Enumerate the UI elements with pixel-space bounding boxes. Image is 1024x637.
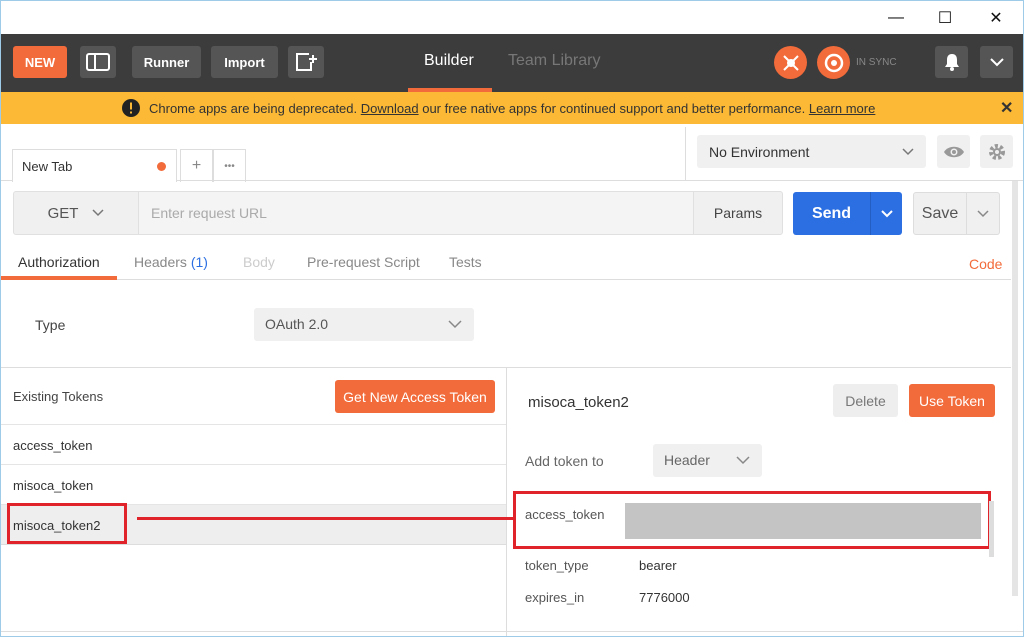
token-field-key: token_type xyxy=(525,558,589,573)
send-button[interactable]: Send xyxy=(793,192,870,235)
tab-options-button[interactable]: ••• xyxy=(213,149,246,182)
divider xyxy=(685,127,686,181)
add-token-to-label: Add token to xyxy=(525,453,604,469)
token-field-key: access_token xyxy=(525,507,605,522)
send-options-button[interactable] xyxy=(870,192,902,235)
token-field-value: bearer xyxy=(639,558,677,573)
manage-environments-button[interactable] xyxy=(980,135,1013,168)
sidebar-toggle-button[interactable] xyxy=(80,46,116,78)
new-window-icon xyxy=(296,53,317,71)
new-window-button[interactable] xyxy=(288,46,324,78)
satellite-icon xyxy=(782,54,799,71)
detail-scrollbar[interactable] xyxy=(989,501,994,557)
highlight-box xyxy=(7,503,127,544)
request-subtabs: Authorization Headers (1) Body Pre-reque… xyxy=(1,245,1011,280)
divider xyxy=(506,368,507,636)
token-field-key: expires_in xyxy=(525,590,585,605)
maximize-button[interactable]: ☐ xyxy=(922,1,968,34)
tab-pre-request-script[interactable]: Pre-request Script xyxy=(307,254,420,270)
eye-icon xyxy=(943,146,964,157)
chevron-down-icon xyxy=(902,148,914,156)
tab-body[interactable]: Body xyxy=(243,254,275,270)
highlight-connector xyxy=(137,517,513,520)
token-name: misoca_token2 xyxy=(528,394,629,411)
tab-headers-label: Headers xyxy=(134,254,187,270)
chevron-down-icon xyxy=(989,58,1004,67)
use-token-button[interactable]: Use Token xyxy=(909,384,995,417)
request-tab-label: New Tab xyxy=(22,159,73,174)
save-options-button[interactable] xyxy=(967,192,1000,235)
existing-tokens-heading: Existing Tokens xyxy=(13,389,104,404)
auth-type-label: Type xyxy=(35,317,66,333)
gear-icon xyxy=(988,143,1005,160)
url-input[interactable] xyxy=(139,191,694,235)
unsaved-dot-icon xyxy=(157,162,166,171)
app-header: NEW Runner Import Builder Team Library I… xyxy=(1,34,1023,92)
app-window: — ☐ ✕ NEW Runner Import Builder Team Lib… xyxy=(0,0,1024,637)
environment-select[interactable]: No Environment xyxy=(697,135,926,168)
token-list-item[interactable]: misoca_token xyxy=(1,464,506,504)
tab-builder[interactable]: Builder xyxy=(424,52,474,70)
auth-type-select[interactable]: OAuth 2.0 xyxy=(254,308,474,341)
download-link[interactable]: Download xyxy=(361,101,419,116)
sync-icon xyxy=(824,53,843,72)
chevron-down-icon xyxy=(736,456,750,465)
deprecation-banner: Chrome apps are being deprecated. Downlo… xyxy=(1,92,1023,124)
tab-authorization[interactable]: Authorization xyxy=(18,254,100,270)
banner-text: Chrome apps are being deprecated. xyxy=(149,100,358,116)
title-bar: — ☐ ✕ xyxy=(1,1,1023,34)
runner-button[interactable]: Runner xyxy=(132,46,201,78)
divider xyxy=(1,631,1023,632)
tab-tests[interactable]: Tests xyxy=(449,254,482,270)
main-scrollbar[interactable] xyxy=(1012,181,1018,596)
minimize-button[interactable]: — xyxy=(873,1,919,34)
interceptor-button[interactable] xyxy=(774,46,807,79)
tab-team-library[interactable]: Team Library xyxy=(508,52,600,70)
headers-count: (1) xyxy=(190,254,208,270)
add-token-to-select[interactable]: Header xyxy=(653,444,762,477)
token-field-value: 7776000 xyxy=(639,590,690,605)
method-select[interactable]: GET xyxy=(13,191,139,235)
chevron-down-icon xyxy=(977,209,989,217)
auth-type-value: OAuth 2.0 xyxy=(265,316,329,332)
access-token-value-redacted xyxy=(625,503,981,539)
banner-close-button[interactable]: ✕ xyxy=(1000,98,1013,118)
environment-quicklook-button[interactable] xyxy=(937,135,970,168)
sidebar-icon xyxy=(86,53,110,71)
notifications-button[interactable] xyxy=(935,46,968,78)
divider xyxy=(1,544,506,545)
tab-headers[interactable]: Headers (1) xyxy=(134,254,208,270)
close-window-button[interactable]: ✕ xyxy=(973,1,1019,34)
add-tab-button[interactable]: + xyxy=(180,149,213,182)
sync-status: IN SYNC xyxy=(856,57,897,68)
warning-icon xyxy=(122,99,140,117)
token-list-item[interactable]: access_token xyxy=(1,424,506,464)
bell-icon xyxy=(944,54,959,71)
environment-select-value: No Environment xyxy=(709,144,810,160)
delete-token-button[interactable]: Delete xyxy=(833,384,898,417)
params-button[interactable]: Params xyxy=(693,191,783,235)
add-token-to-value: Header xyxy=(664,452,710,468)
banner-text-after: our free native apps for continued suppo… xyxy=(422,100,806,116)
method-value: GET xyxy=(47,204,79,222)
learn-more-link[interactable]: Learn more xyxy=(809,101,875,116)
chevron-down-icon xyxy=(448,320,462,329)
settings-dropdown-button[interactable] xyxy=(980,46,1013,78)
code-link[interactable]: Code xyxy=(969,256,1002,272)
new-button[interactable]: NEW xyxy=(13,46,67,78)
chevron-down-icon xyxy=(880,209,893,217)
import-button[interactable]: Import xyxy=(211,46,278,78)
get-new-access-token-button[interactable]: Get New Access Token xyxy=(335,380,495,413)
request-tab[interactable]: New Tab xyxy=(12,149,177,182)
authorization-active-indicator xyxy=(1,276,117,280)
save-button[interactable]: Save xyxy=(913,192,967,235)
chevron-down-icon xyxy=(92,209,104,217)
sync-button[interactable] xyxy=(817,46,850,79)
